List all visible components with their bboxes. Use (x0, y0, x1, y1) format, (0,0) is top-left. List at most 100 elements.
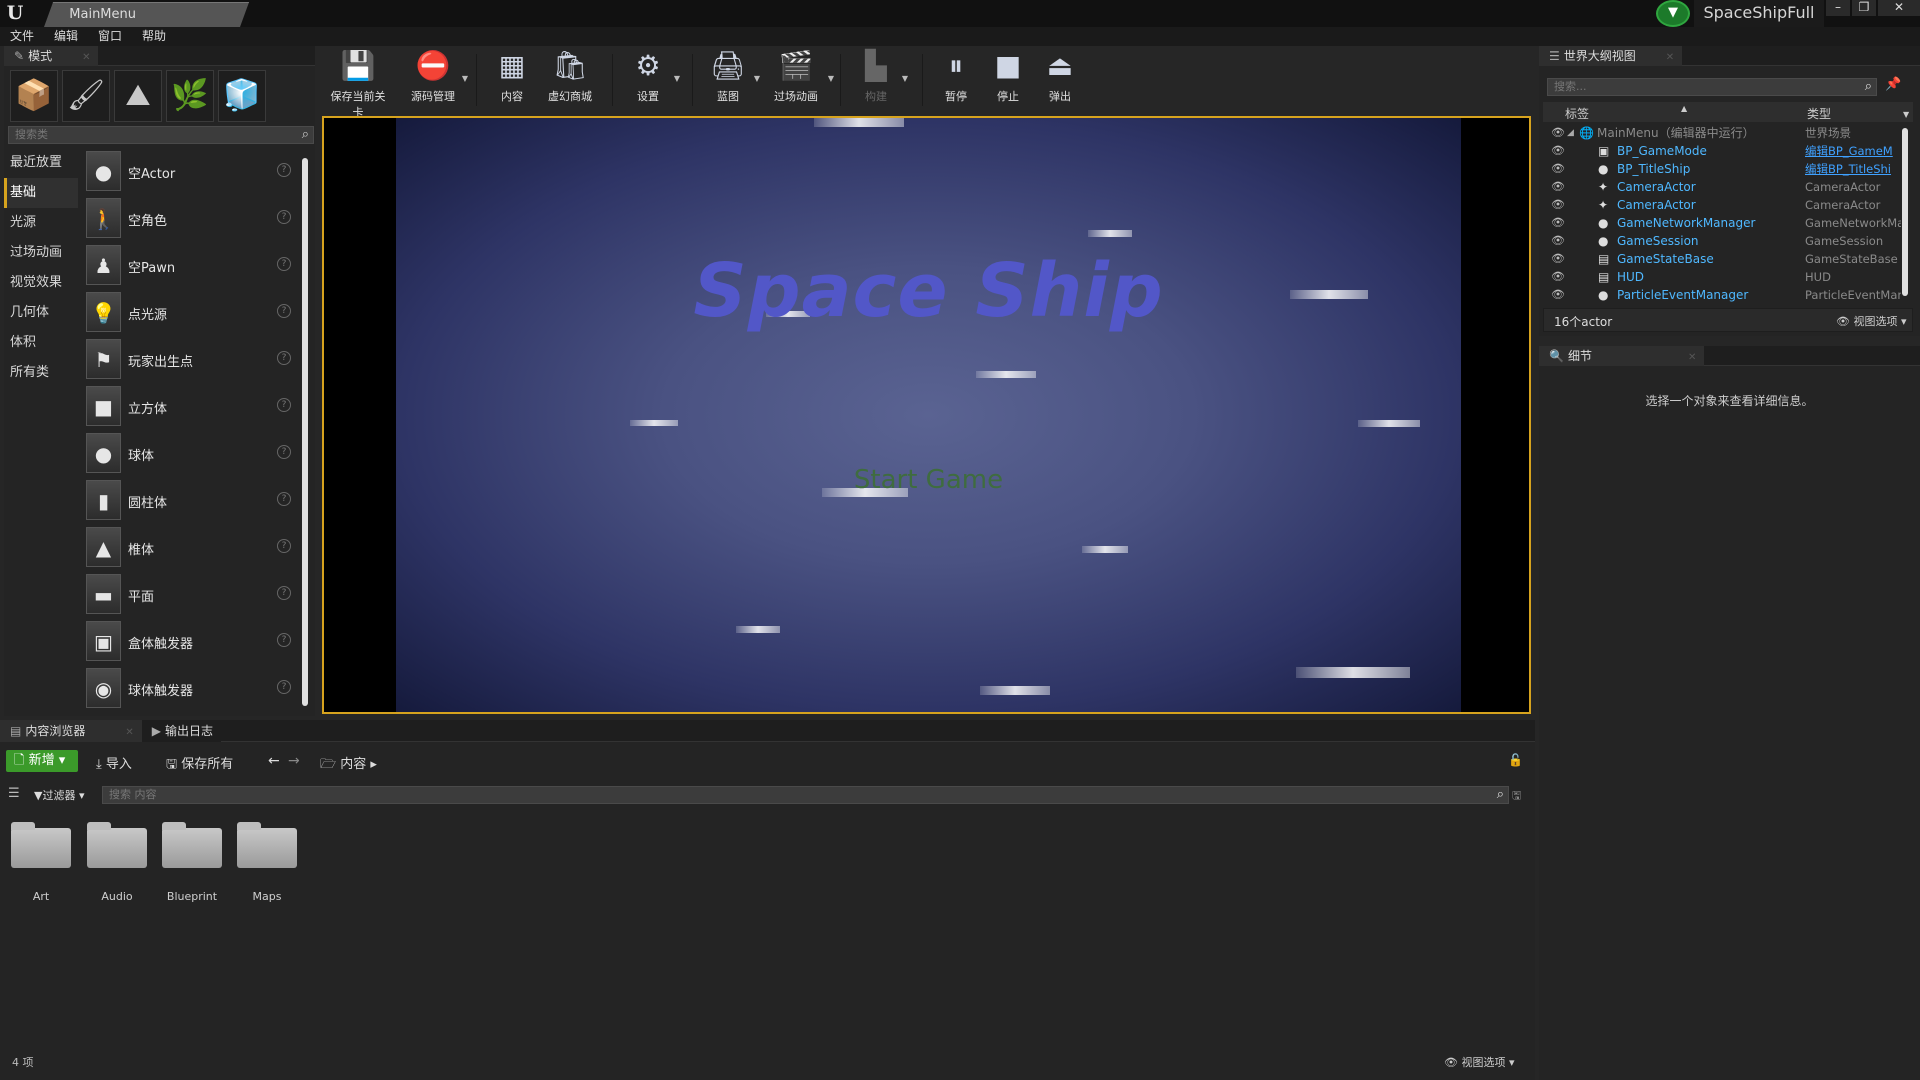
help-icon[interactable]: ? (277, 304, 291, 318)
list-item[interactable]: ♟ 空Pawn? (82, 242, 297, 289)
chevron-right-icon[interactable]: ▸ (370, 757, 377, 772)
eye-icon[interactable]: 👁 (1551, 142, 1565, 160)
help-icon[interactable]: ? (277, 586, 291, 600)
tab-modes[interactable]: ✎ 模式 ✕ (4, 46, 99, 66)
sources-toggle-icon[interactable]: ☰ (8, 786, 20, 801)
help-icon[interactable]: ? (277, 492, 291, 506)
eye-icon[interactable]: 👁 (1551, 178, 1565, 196)
category-lights[interactable]: 光源 (4, 208, 78, 238)
eye-icon[interactable]: 👁 (1551, 160, 1565, 178)
blueprint-button[interactable]: 🖨 蓝图 ▼ (706, 46, 760, 112)
add-new-button[interactable]: 🗋 新增 ▾ (6, 750, 78, 772)
chevron-down-icon[interactable]: ▼ (1903, 110, 1909, 119)
help-icon[interactable]: ? (277, 445, 291, 459)
pin-icon[interactable]: 📌 (1885, 77, 1901, 92)
settings-button[interactable]: ⚙ 设置 ▼ (626, 46, 680, 112)
cinematics-button[interactable]: 🎬 过场动画 ▼ (768, 46, 834, 112)
folder-audio[interactable]: Audio (86, 822, 148, 903)
help-icon[interactable]: ? (277, 351, 291, 365)
menu-help[interactable]: 帮助 (132, 27, 176, 46)
start-game-button[interactable]: Start Game (396, 465, 1461, 495)
list-item[interactable]: ▲ 椎体? (82, 524, 297, 571)
close-icon[interactable]: ✕ (82, 52, 90, 63)
eject-button[interactable]: ⏏ 弹出 (1040, 46, 1080, 112)
search-icon[interactable]: ⌕ (1865, 79, 1872, 95)
list-item[interactable]: ◉ 球体触发器? (82, 665, 297, 712)
search-icon[interactable]: ⌕ (302, 127, 309, 143)
close-icon[interactable]: ✕ (1688, 352, 1696, 363)
list-item[interactable]: ● 球体? (82, 430, 297, 477)
folder-art[interactable]: Art (10, 822, 72, 903)
tab-output-log[interactable]: ▶ 输出日志 (141, 720, 221, 742)
level-tab[interactable]: MainMenu (44, 2, 250, 27)
save-search-icon[interactable]: 🖫 (1512, 787, 1521, 806)
lock-icon[interactable]: 🔓 (1508, 753, 1523, 767)
tab-details[interactable]: 🔍 细节 ✕ (1539, 346, 1705, 366)
help-icon[interactable]: ? (277, 680, 291, 694)
outliner-scrollbar[interactable] (1902, 128, 1908, 296)
content-button[interactable]: ▦ 内容 (490, 46, 534, 112)
forward-arrow-icon[interactable]: → (288, 753, 300, 769)
close-icon[interactable]: ✕ (1666, 52, 1674, 63)
class-search-input[interactable]: 搜索类 ⌕ (8, 126, 314, 144)
close-icon[interactable]: ✕ (1878, 0, 1920, 16)
filters-button[interactable]: ▼过滤器 ▾ (34, 787, 85, 803)
help-icon[interactable]: ? (277, 539, 291, 553)
category-geometry[interactable]: 几何体 (4, 298, 78, 328)
list-item[interactable]: ⚑ 玩家出生点? (82, 336, 297, 383)
pause-button[interactable]: ⏸ 暂停 (936, 46, 976, 112)
folder-maps[interactable]: Maps (236, 822, 298, 903)
marketplace-button[interactable]: 🛍 虚幻商城 (544, 46, 596, 112)
close-icon[interactable]: ✕ (125, 727, 133, 738)
source-control-button[interactable]: ⛔ 源码管理 ▼ (408, 46, 468, 112)
table-row[interactable]: 👁 ● GameNetworkManager GameNetworkMar (1543, 214, 1901, 232)
paint-mode-icon[interactable]: 🖌 (62, 70, 110, 122)
import-button[interactable]: ⤓ 导入 (96, 753, 132, 772)
eye-icon[interactable]: 👁 (1551, 214, 1565, 232)
outliner-search-input[interactable]: 搜索... ⌕ (1547, 78, 1877, 96)
tab-content-browser[interactable]: ▤ 内容浏览器 ✕ (0, 720, 142, 742)
help-icon[interactable]: ? (277, 210, 291, 224)
table-row[interactable]: 👁 ● ParticleEventManager ParticleEventMan (1543, 286, 1901, 304)
list-item[interactable]: 🚶 空角色? (82, 195, 297, 242)
table-row[interactable]: 👁 ✦ CameraActor CameraActor (1543, 178, 1901, 196)
list-item[interactable]: ● 空Actor? (82, 148, 297, 195)
table-row[interactable]: 👁 ▤ GameStateBase GameStateBase (1543, 250, 1901, 268)
landscape-mode-icon[interactable]: ⛰ (114, 70, 162, 122)
actor-list-scrollbar[interactable] (302, 158, 308, 706)
expand-icon[interactable]: ◢ (1567, 124, 1574, 142)
edit-blueprint-link[interactable]: 编辑BP_TitleShi (1805, 160, 1901, 178)
build-button[interactable]: ▙ 构建 ▼ (854, 46, 908, 112)
content-search-input[interactable]: 搜索 内容 ⌕ (102, 786, 1509, 804)
game-viewport[interactable]: Space Ship Start Game (322, 116, 1531, 714)
eye-icon[interactable]: 👁 (1551, 232, 1565, 250)
list-item[interactable]: ■ 立方体? (82, 383, 297, 430)
back-arrow-icon[interactable]: ← (268, 753, 280, 769)
eye-icon[interactable]: 👁 (1551, 286, 1565, 304)
eye-icon[interactable]: 👁 (1551, 250, 1565, 268)
eye-icon[interactable]: 👁 (1551, 196, 1565, 214)
help-icon[interactable]: ? (277, 163, 291, 177)
category-recent[interactable]: 最近放置 (4, 148, 78, 178)
foliage-mode-icon[interactable]: 🌿 (166, 70, 214, 122)
list-item[interactable]: 💡 点光源? (82, 289, 297, 336)
list-item[interactable]: ▮ 圆柱体? (82, 477, 297, 524)
table-row[interactable]: 👁 ● BP_TitleShip 编辑BP_TitleShi (1543, 160, 1901, 178)
view-options-button[interactable]: 👁 视图选项 ▾ (1836, 313, 1907, 329)
category-all-classes[interactable]: 所有类 (4, 358, 78, 388)
stop-button[interactable]: ■ 停止 (988, 46, 1028, 112)
table-row[interactable]: 👁 ● GameSession GameSession (1543, 232, 1901, 250)
list-item[interactable]: ▬ 平面? (82, 571, 297, 618)
chevron-down-icon[interactable]: ▼ (902, 74, 908, 83)
help-icon[interactable]: ? (277, 398, 291, 412)
chevron-down-icon[interactable]: ▼ (754, 74, 760, 83)
chevron-down-icon[interactable]: ▼ (462, 74, 468, 83)
restore-icon[interactable]: ❐ (1852, 0, 1876, 16)
eye-icon[interactable]: 👁 (1551, 124, 1565, 142)
search-icon[interactable]: ⌕ (1497, 787, 1504, 803)
save-level-button[interactable]: 💾 保存当前关卡 (328, 46, 388, 119)
tab-world-outliner[interactable]: ☰ 世界大纲视图 ✕ (1539, 46, 1683, 66)
category-basic[interactable]: 基础 (4, 178, 78, 208)
table-row[interactable]: 👁 ▣ BP_GameMode 编辑BP_GameM (1543, 142, 1901, 160)
menu-edit[interactable]: 编辑 (44, 27, 88, 46)
